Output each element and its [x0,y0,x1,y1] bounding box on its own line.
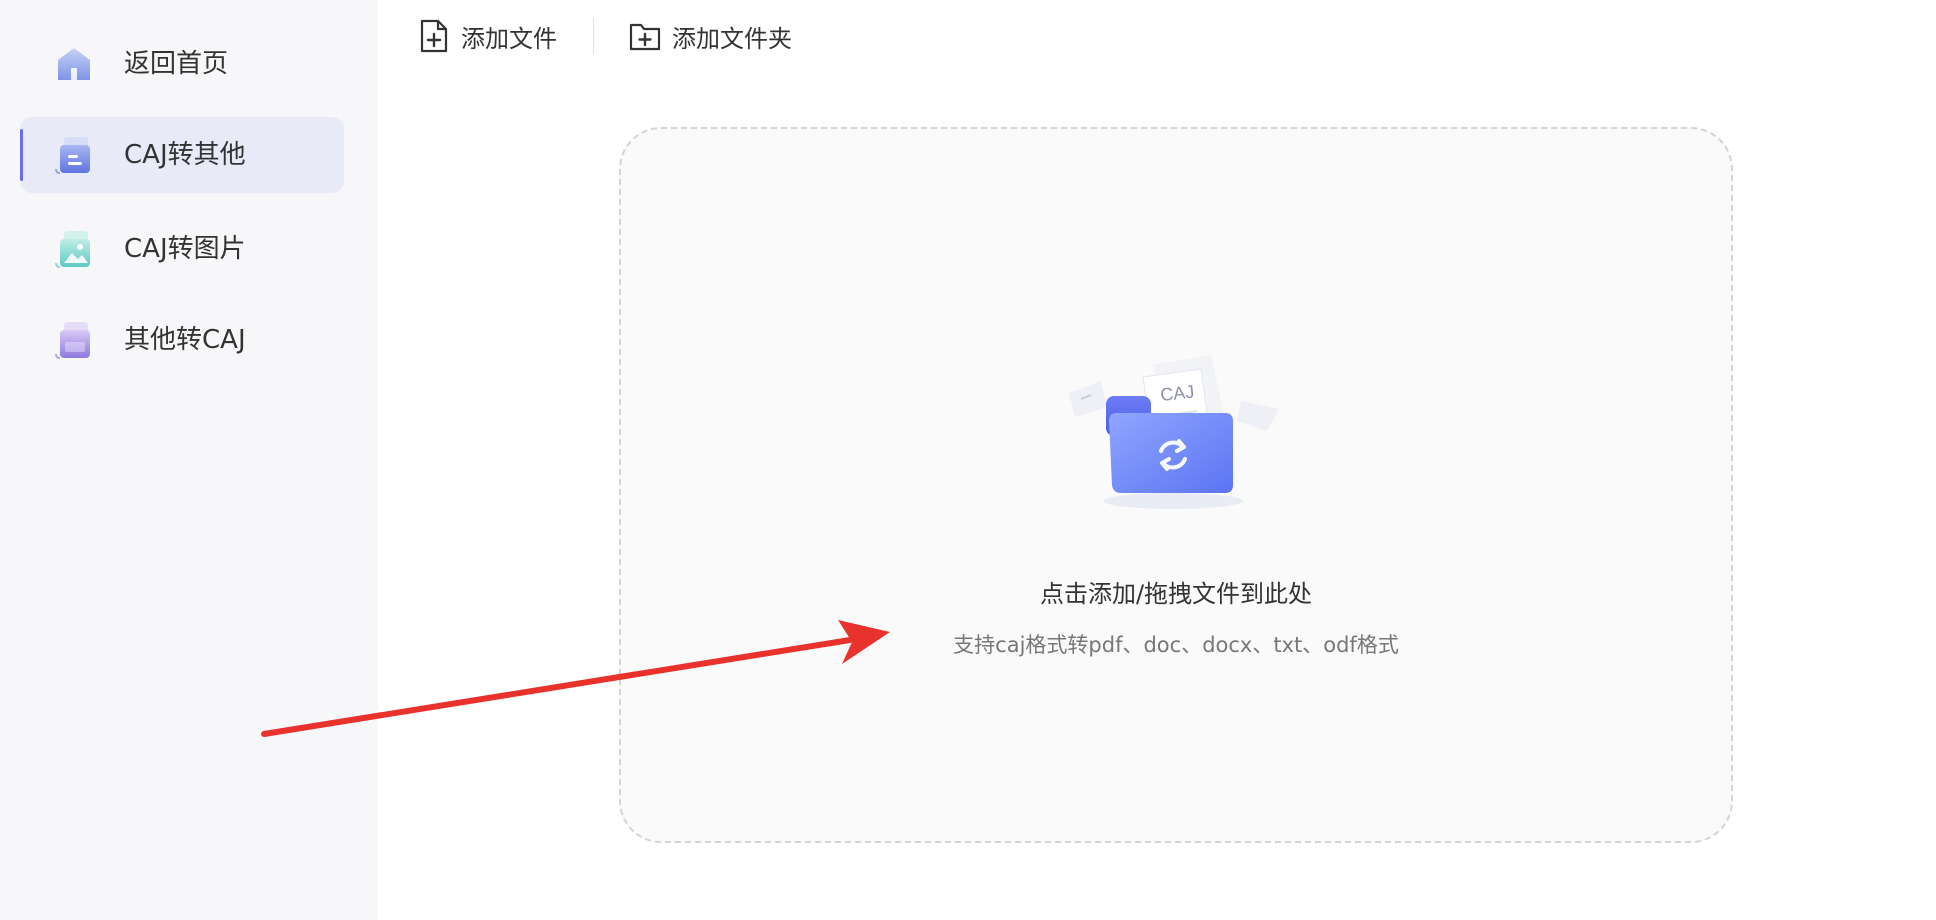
add-file-label: 添加文件 [461,24,557,53]
app-window: 返回首页 CAJ转其他 CAJ转图片 其他转CAJ 添加文件 添加文件夹 CAJ… [0,0,1936,920]
sidebar-item-home[interactable]: 返回首页 [20,26,344,102]
sidebar-item-other-to-caj[interactable]: 其他转CAJ [20,302,344,378]
sidebar-item-label: 返回首页 [124,49,229,79]
illustration-caj-text: CAJ [1159,382,1195,405]
caj-convert-icon [55,137,90,174]
to-caj-icon [55,322,90,359]
add-file-icon [420,19,448,53]
sidebar-item-caj-to-other[interactable]: CAJ转其他 [20,117,344,193]
sidebar: 返回首页 CAJ转其他 CAJ转图片 其他转CAJ [0,0,378,920]
caj-folder-illustration-icon: CAJ [1069,355,1279,509]
add-folder-label: 添加文件夹 [672,24,792,53]
add-folder-button[interactable]: 添加文件夹 [628,14,792,58]
drop-zone-subtitle: 支持caj格式转pdf、doc、docx、txt、odf格式 [953,633,1399,657]
toolbar-divider [593,18,594,54]
drop-zone-title: 点击添加/拖拽文件到此处 [1039,580,1313,608]
home-icon [58,48,90,80]
sidebar-item-label: 其他转CAJ [124,325,246,355]
image-icon [55,231,90,268]
file-drop-zone[interactable]: CAJ 点击添加/拖拽文件到此处 支持caj格式转pdf、doc、docx、tx… [619,127,1733,843]
add-file-button[interactable]: 添加文件 [417,14,557,58]
add-folder-icon [629,23,661,51]
sidebar-item-caj-to-image[interactable]: CAJ转图片 [20,211,344,287]
sidebar-item-label: CAJ转其他 [124,140,246,170]
sidebar-item-label: CAJ转图片 [124,234,246,264]
